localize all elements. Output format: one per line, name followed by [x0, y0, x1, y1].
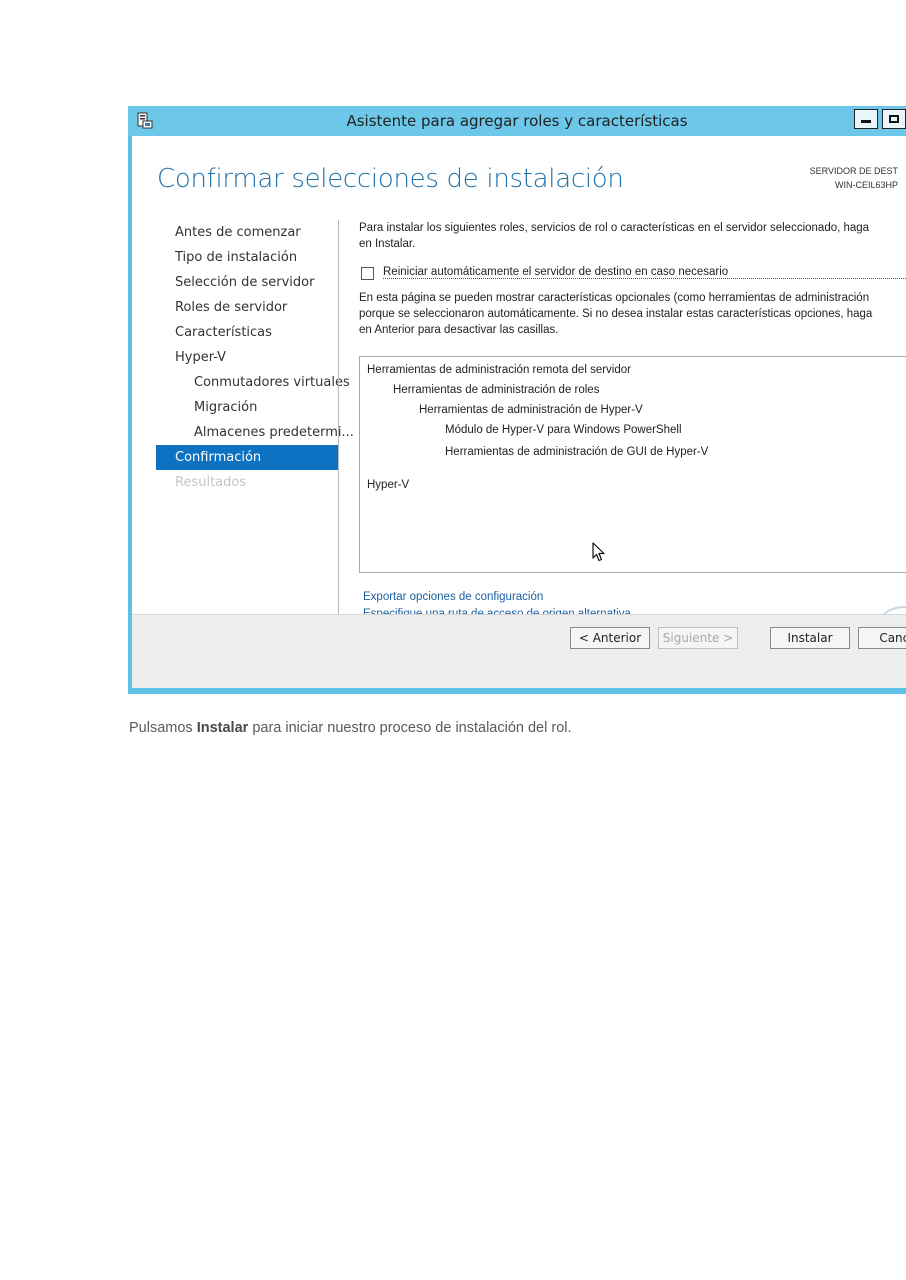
wizard-client-area: Confirmar selecciones de instalación SER…: [132, 136, 906, 688]
destination-server-label: SERVIDOR DE DEST WIN-CEIL63HP: [810, 164, 898, 192]
back-button[interactable]: < Anterior: [570, 627, 650, 649]
maximize-icon: [889, 115, 899, 123]
restart-checkbox-label[interactable]: Reiniciar automáticamente el servidor de…: [383, 266, 906, 279]
minimize-icon: [861, 119, 871, 123]
nav-item-roles-servidor[interactable]: Roles de servidor: [156, 295, 338, 320]
nav-item-migracion[interactable]: Migración: [156, 395, 338, 420]
selection-item: Herramientas de administración de roles: [393, 384, 600, 396]
optional-line: porque se seleccionaron automáticamente.…: [359, 308, 873, 320]
nav-item-seleccion-servidor[interactable]: Selección de servidor: [156, 270, 338, 295]
caption-prefix: Pulsamos: [129, 720, 197, 736]
wizard-footer: < Anterior Siguiente > Instalar Cance: [132, 614, 906, 688]
selection-item: Herramientas de administración remota de…: [367, 364, 631, 376]
selection-item: Módulo de Hyper-V para Windows PowerShel…: [445, 424, 682, 436]
intro-line: Para instalar los siguientes roles, serv…: [359, 222, 870, 234]
wizard-window: Asistente para agregar roles y caracterí…: [128, 106, 906, 694]
install-button[interactable]: Instalar: [770, 627, 850, 649]
intro-text: Para instalar los siguientes roles, serv…: [359, 220, 906, 252]
export-config-link[interactable]: Exportar opciones de configuración: [363, 591, 543, 603]
mouse-cursor-icon: [592, 542, 605, 562]
destination-server-name: WIN-CEIL63HP: [834, 180, 898, 190]
destination-server-heading: SERVIDOR DE DEST: [809, 166, 898, 176]
optional-line: en Anterior para desactivar las casillas…: [359, 324, 559, 336]
restart-checkbox[interactable]: [361, 267, 374, 280]
nav-item-tipo-instalacion[interactable]: Tipo de instalación: [156, 245, 338, 270]
nav-item-conmutadores-virtuales[interactable]: Conmutadores virtuales: [156, 370, 350, 395]
nav-item-caracteristicas[interactable]: Características: [156, 320, 338, 345]
caption-suffix: para iniciar nuestro proceso de instalac…: [248, 720, 572, 736]
wizard-nav: Antes de comenzar Tipo de instalación Se…: [156, 220, 354, 495]
cancel-button[interactable]: Cance: [858, 627, 906, 649]
maximize-button[interactable]: [882, 109, 906, 129]
nav-divider: [338, 220, 339, 624]
selection-item: Hyper-V: [367, 479, 410, 491]
nav-item-resultados: Resultados: [175, 475, 247, 490]
title-bar: Asistente para agregar roles y caracterí…: [128, 106, 906, 136]
optional-features-text: En esta página se pueden mostrar caracte…: [359, 290, 906, 338]
caption-bold: Instalar: [196, 720, 249, 736]
intro-line: en Instalar.: [359, 238, 416, 250]
next-button: Siguiente >: [658, 627, 738, 649]
restart-option[interactable]: Reiniciar automáticamente el servidor de…: [359, 266, 906, 282]
minimize-button[interactable]: [854, 109, 878, 129]
caption-text: Pulsamos Instalar para iniciar nuestro p…: [129, 720, 572, 736]
nav-item-confirmacion[interactable]: Confirmación: [156, 445, 338, 470]
selection-item: Herramientas de administración de GUI de…: [445, 446, 709, 458]
nav-item-hyper-v[interactable]: Hyper-V: [156, 345, 338, 370]
installation-selections-list[interactable]: Herramientas de administración remota de…: [359, 356, 906, 573]
wizard-screenshot: Asistente para agregar roles y caracterí…: [128, 106, 906, 694]
nav-item-antes-de-comenzar[interactable]: Antes de comenzar: [156, 220, 338, 245]
nav-item-almacenes-predeterminados[interactable]: Almacenes predetermi...: [156, 420, 354, 445]
optional-line: En esta página se pueden mostrar caracte…: [359, 292, 870, 304]
page-title: Confirmar selecciones de instalación: [157, 164, 624, 194]
window-title: Asistente para agregar roles y caracterí…: [346, 112, 688, 130]
selection-item: Herramientas de administración de Hyper-…: [419, 404, 643, 416]
